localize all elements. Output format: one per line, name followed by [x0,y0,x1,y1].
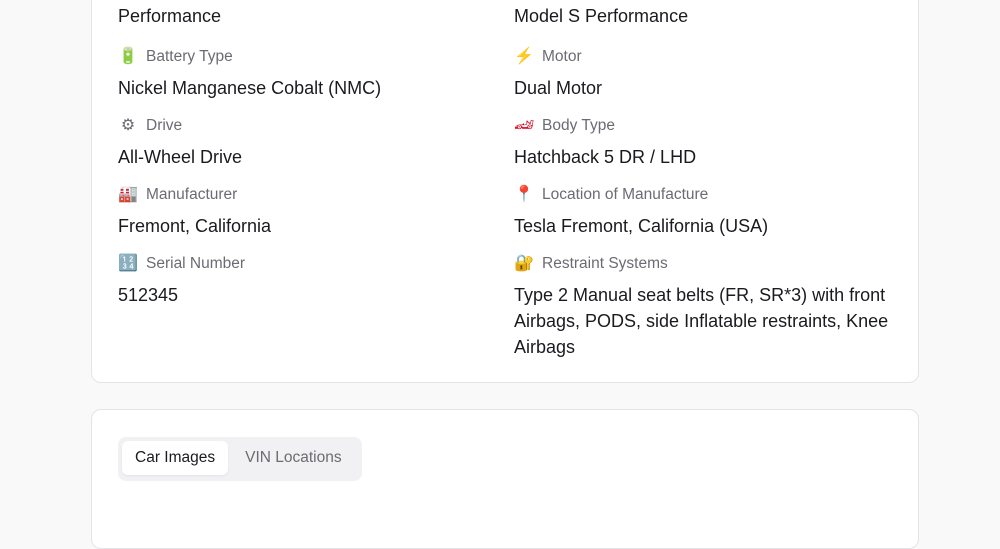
field-location-of-manufacture: 📍 Location of Manufacture Tesla Fremont,… [514,185,894,239]
field-body-type: 🏎 Body Type Hatchback 5 DR / LHD [514,116,894,170]
battery-type-value: Nickel Manganese Cobalt (NMC) [118,78,382,98]
manufacturer-value: Fremont, California [118,216,272,236]
body-type-label: Body Type [542,117,615,134]
field-drive: ⚙ Drive All-Wheel Drive [118,116,498,170]
lightning-icon: ⚡ [514,48,534,65]
field-manufacturer: 🏭 Manufacturer Fremont, California [118,185,498,239]
field-serial-number: 🔢 Serial Number 512345 [118,254,498,308]
restraint-systems-value: Type 2 Manual seat belts (FR, SR*3) with… [514,285,889,357]
field-model: Model S Performance [514,3,894,29]
serial-number-label: Serial Number [146,255,246,272]
field-motor: ⚡ Motor Dual Motor [514,47,894,101]
model-value: Model S Performance [514,6,689,26]
car-images-card: Car Images VIN Locations [91,409,919,549]
lock-icon: 🔐 [514,255,534,272]
field-restraint-systems: 🔐 Restraint Systems Type 2 Manual seat b… [514,254,894,360]
drive-label: Drive [146,117,183,134]
trim-value: Performance [118,6,222,26]
manufacturer-label: Manufacturer [146,186,238,203]
location-label: Location of Manufacture [542,186,709,203]
field-trim: Performance [118,3,498,29]
battery-icon: 🔋 [118,48,138,65]
restraint-systems-label: Restraint Systems [542,255,668,272]
tab-car-images[interactable]: Car Images [122,441,229,475]
gear-icon: ⚙ [120,117,136,134]
tab-vin-locations[interactable]: VIN Locations [232,441,355,475]
race-car-icon: 🏎 [514,117,535,134]
numbers-icon: 🔢 [118,255,138,272]
battery-type-label: Battery Type [146,48,233,65]
drive-value: All-Wheel Drive [118,147,243,167]
vehicle-details-card: Performance Model S Performance 🔋 Batter… [91,0,919,383]
pin-icon: 📍 [514,186,534,203]
motor-value: Dual Motor [514,78,603,98]
body-type-value: Hatchback 5 DR / LHD [514,147,697,167]
field-battery-type: 🔋 Battery Type Nickel Manganese Cobalt (… [118,47,498,101]
serial-number-value: 512345 [118,285,179,305]
location-value: Tesla Fremont, California (USA) [514,216,769,236]
factory-icon: 🏭 [118,186,138,203]
image-tabs: Car Images VIN Locations [118,437,362,481]
motor-label: Motor [542,48,582,65]
